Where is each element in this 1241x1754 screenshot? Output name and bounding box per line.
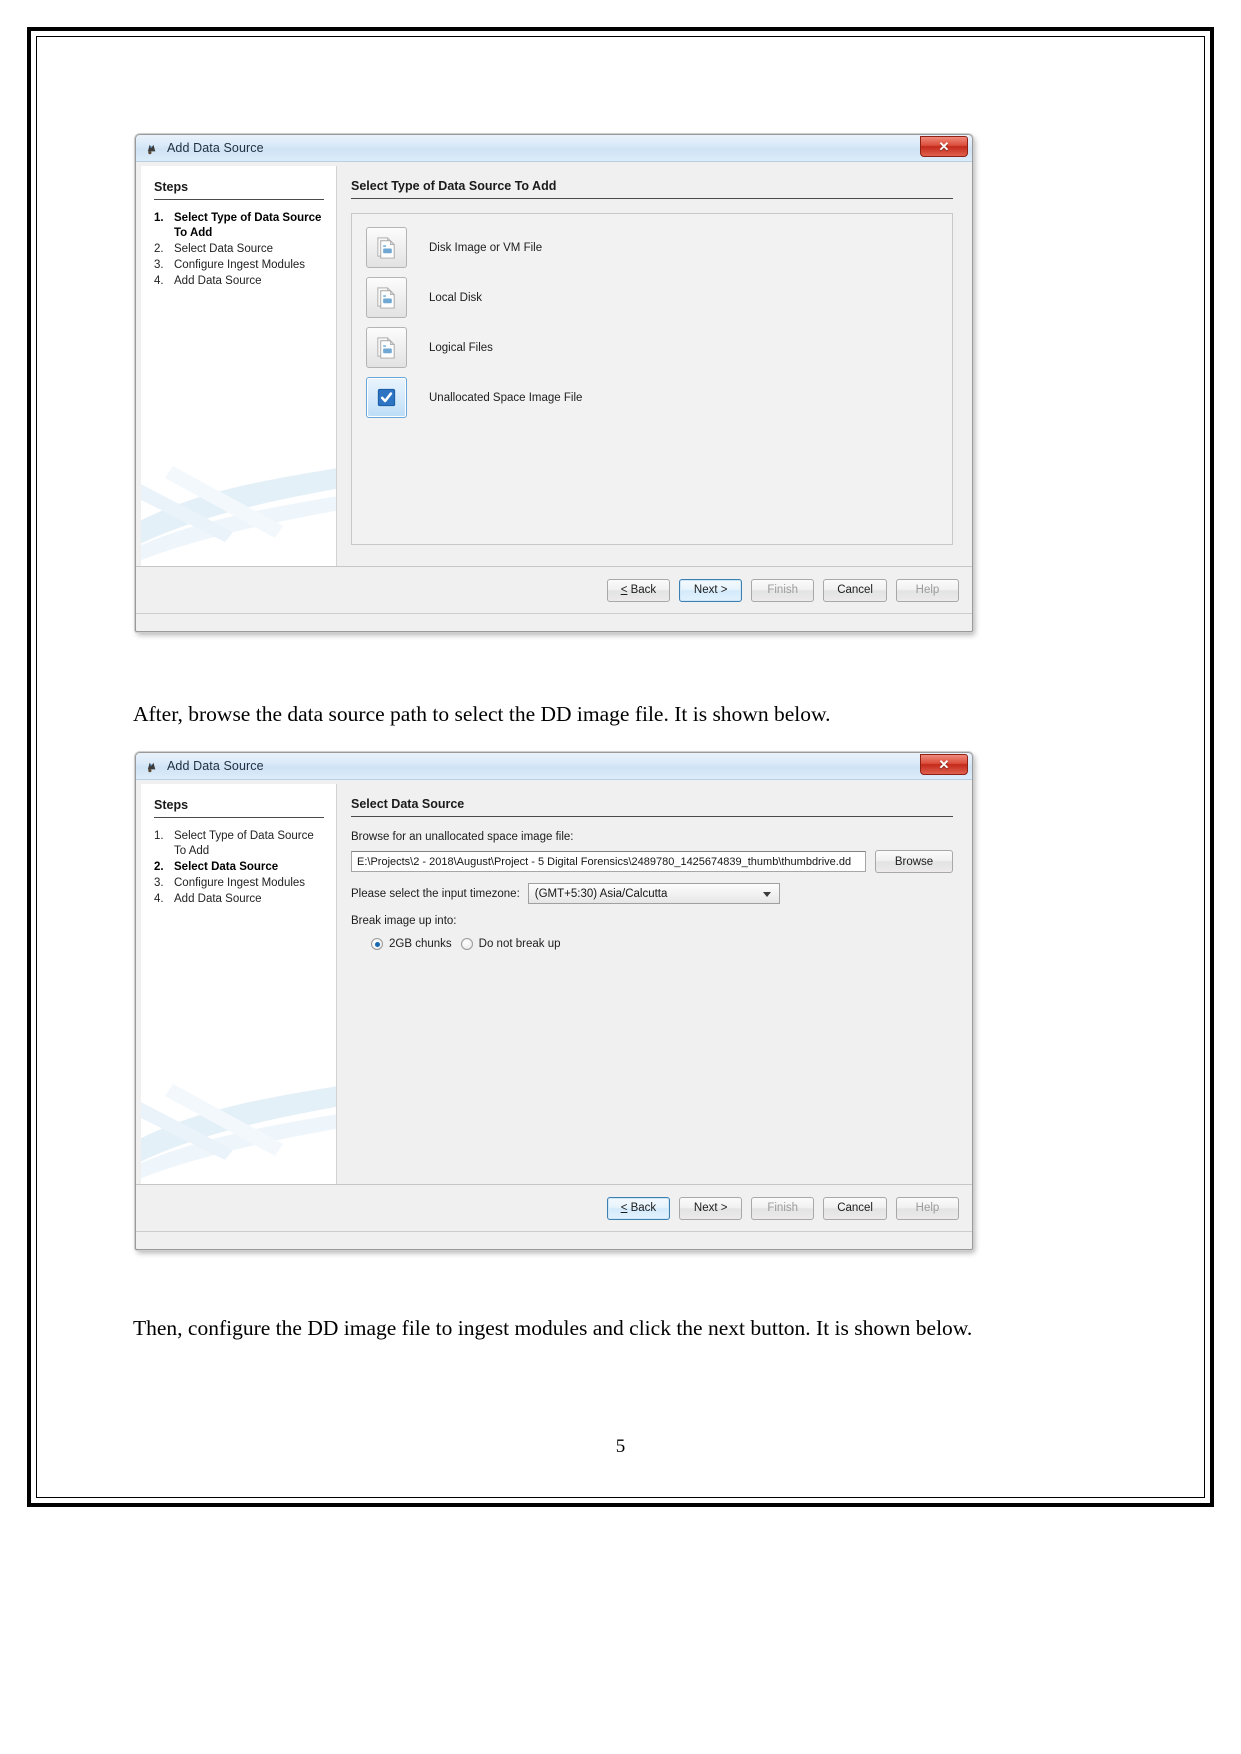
timezone-select[interactable]: (GMT+5:30) Asia/Calcutta xyxy=(527,883,780,904)
step-number: 2. xyxy=(154,242,164,255)
dialog-2-bottom-edge xyxy=(136,1231,972,1247)
radio-do-not-break-up[interactable]: Do not break up xyxy=(460,938,561,950)
step-item-1[interactable]: 1. Select Type of Data Source To Add xyxy=(154,829,324,859)
local-disk-icon xyxy=(366,277,407,318)
dialog-1-button-bar: < Back Next > Finish Cancel Help xyxy=(136,566,972,613)
step-number: 1. xyxy=(154,212,164,224)
back-button-label: Back xyxy=(630,584,657,596)
step-item-2[interactable]: 2. Select Data Source xyxy=(154,860,324,875)
step-number: 1. xyxy=(154,830,164,842)
dialog-1-titlebar: Add Data Source ✕ xyxy=(136,135,972,162)
timezone-row: Please select the input timezone: (GMT+5… xyxy=(351,883,953,904)
step-label: Add Data Source xyxy=(174,274,262,287)
step-label: Select Type of Data Source To Add xyxy=(174,830,314,857)
radio-label: 2GB chunks xyxy=(389,938,452,950)
step-label: Configure Ingest Modules xyxy=(174,258,306,271)
dialog-2-button-bar: < Back Next > Finish Cancel Help xyxy=(136,1184,972,1231)
break-image-label: Break image up into: xyxy=(351,915,457,927)
step-label: Add Data Source xyxy=(174,892,262,905)
page-number: 5 xyxy=(615,1436,626,1457)
step-number: 4. xyxy=(154,274,164,287)
checked-blue-icon xyxy=(366,377,407,418)
autopsy-app-icon xyxy=(145,141,160,156)
dialog-1-bottom-edge xyxy=(136,613,972,629)
browse-instruction-label: Browse for an unallocated space image fi… xyxy=(351,831,574,843)
radio-2gb-chunks[interactable]: 2GB chunks xyxy=(371,938,452,950)
decorative-swoosh-graphic xyxy=(141,1084,336,1179)
dialog-2-content-pane: Select Data Source Browse for an unalloc… xyxy=(337,784,967,1184)
help-button[interactable]: Help xyxy=(896,1196,959,1220)
dialog-2-body: Steps 1. Select Type of Data Source To A… xyxy=(136,780,972,1184)
source-type-label: Local Disk xyxy=(429,291,483,304)
step-item-4[interactable]: 4. Add Data Source xyxy=(154,274,324,289)
back-button-label: Back xyxy=(630,1202,657,1214)
dialog-1-steps-pane: Steps 1. Select Type of Data Source To A… xyxy=(141,166,337,566)
dialog-1-body: Steps 1. Select Type of Data Source To A… xyxy=(136,162,972,566)
step-label: Select Data Source xyxy=(174,242,274,255)
radio-indicator-icon xyxy=(371,938,383,950)
content-heading: Select Type of Data Source To Add xyxy=(351,179,953,199)
steps-heading: Steps xyxy=(154,798,324,818)
timezone-label: Please select the input timezone: xyxy=(351,887,520,900)
dialog-2-titlebar: Add Data Source ✕ xyxy=(136,753,972,780)
add-data-source-dialog-2[interactable]: Add Data Source ✕ Steps 1. Select Type o… xyxy=(135,752,973,1250)
source-type-logical-files[interactable]: Logical Files xyxy=(366,326,952,369)
source-type-label: Logical Files xyxy=(429,341,493,354)
close-icon[interactable]: ✕ xyxy=(920,136,968,157)
document-page: Add Data Source ✕ Steps 1. Select Type o… xyxy=(36,36,1205,1498)
close-icon[interactable]: ✕ xyxy=(920,754,968,775)
step-item-2[interactable]: 2. Select Data Source xyxy=(154,242,324,257)
decorative-swoosh-graphic xyxy=(141,466,336,561)
source-type-disk-image-or-vm-file[interactable]: Disk Image or VM File xyxy=(366,226,952,269)
step-item-4[interactable]: 4. Add Data Source xyxy=(154,892,324,907)
dialog-1-title: Add Data Source xyxy=(167,141,264,155)
cancel-button[interactable]: Cancel xyxy=(823,578,887,602)
image-path-input[interactable]: E:\Projects\2 - 2018\August\Project - 5 … xyxy=(351,851,866,872)
data-source-type-list: Disk Image or VM File Local Disk Logical… xyxy=(351,213,953,545)
back-button[interactable]: < Back xyxy=(606,1196,671,1220)
next-button[interactable]: Next > xyxy=(679,578,743,602)
step-item-3[interactable]: 3. Configure Ingest Modules xyxy=(154,876,324,891)
step-number: 3. xyxy=(154,876,164,889)
help-button[interactable]: Help xyxy=(896,578,959,602)
chevron-down-icon xyxy=(762,891,771,897)
timezone-selected-value: (GMT+5:30) Asia/Calcutta xyxy=(534,887,668,900)
finish-button[interactable]: Finish xyxy=(751,1196,815,1220)
disk-image-icon xyxy=(366,227,407,268)
break-image-radio-group: 2GB chunks Do not break up xyxy=(351,938,953,950)
cancel-button[interactable]: Cancel xyxy=(823,1196,887,1220)
logical-files-icon xyxy=(366,327,407,368)
source-type-label: Disk Image or VM File xyxy=(429,241,543,254)
dialog-2-steps-pane: Steps 1. Select Type of Data Source To A… xyxy=(141,784,337,1184)
back-button[interactable]: < Back xyxy=(606,578,671,602)
next-button[interactable]: Next > xyxy=(679,1196,743,1220)
content-heading: Select Data Source xyxy=(351,797,953,817)
step-label: Select Type of Data Source To Add xyxy=(174,212,322,239)
browse-button[interactable]: Browse xyxy=(875,850,953,873)
autopsy-app-icon xyxy=(145,759,160,774)
add-data-source-dialog-1[interactable]: Add Data Source ✕ Steps 1. Select Type o… xyxy=(135,134,973,632)
dialog-1-content-pane: Select Type of Data Source To Add Disk I… xyxy=(337,166,967,566)
finish-button[interactable]: Finish xyxy=(751,578,815,602)
steps-heading: Steps xyxy=(154,180,324,200)
caption-after-browse: After, browse the data source path to se… xyxy=(133,701,831,726)
step-number: 2. xyxy=(154,860,164,873)
source-type-local-disk[interactable]: Local Disk xyxy=(366,276,952,319)
source-type-label: Unallocated Space Image File xyxy=(429,391,583,404)
step-item-3[interactable]: 3. Configure Ingest Modules xyxy=(154,258,324,273)
radio-label: Do not break up xyxy=(478,938,561,950)
step-number: 4. xyxy=(154,892,164,905)
caption-then-configure: Then, configure the DD image file to ing… xyxy=(133,1315,973,1340)
step-item-1[interactable]: 1. Select Type of Data Source To Add xyxy=(154,211,324,241)
step-label: Select Data Source xyxy=(174,860,279,873)
radio-indicator-icon xyxy=(460,938,473,950)
dialog-2-title: Add Data Source xyxy=(167,759,264,773)
step-label: Configure Ingest Modules xyxy=(174,876,306,889)
source-type-unallocated-space-image-file[interactable]: Unallocated Space Image File xyxy=(366,376,952,419)
path-row: E:\Projects\2 - 2018\August\Project - 5 … xyxy=(351,850,953,873)
step-number: 3. xyxy=(154,258,164,271)
